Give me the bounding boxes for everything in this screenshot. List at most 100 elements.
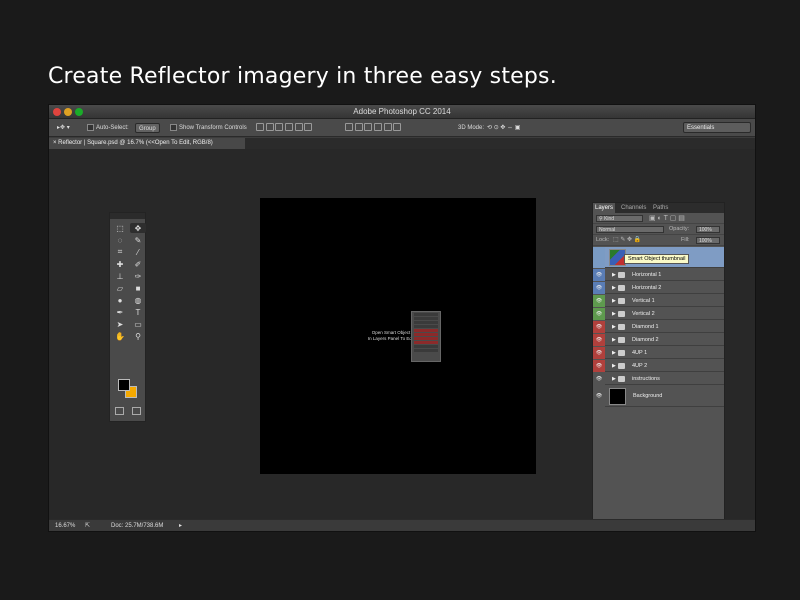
blend-mode-dropdown[interactable]: Normal — [596, 226, 664, 233]
visibility-eye-icon[interactable]: 👁 — [593, 334, 605, 346]
blend-row: Normal Opacity: 100% — [593, 224, 724, 235]
group-icon[interactable]: ▬ — [669, 532, 675, 533]
hand-tool-icon[interactable]: ✋ — [112, 331, 128, 341]
layer-row[interactable]: 👁 ▶ Vertical 2 — [593, 308, 724, 320]
quick-mask-icon[interactable] — [115, 407, 124, 415]
visibility-eye-icon[interactable]: 👁 — [593, 347, 605, 359]
headline: Create Reflector imagery in three easy s… — [48, 64, 557, 89]
eyedropper-tool-icon[interactable]: ⁄ — [130, 247, 146, 257]
visibility-eye-icon[interactable]: 👁 — [593, 282, 605, 294]
align-icons[interactable] — [256, 123, 313, 133]
auto-select-checkbox[interactable] — [87, 123, 96, 133]
filter-icons[interactable]: ▣ ◐ T ▢ ▤ — [649, 214, 685, 222]
show-transform-checkbox[interactable] — [170, 123, 179, 133]
fill-field[interactable]: 100% — [696, 237, 720, 244]
layer-row[interactable]: 👁 ▶ 4UP 2 — [593, 360, 724, 372]
marquee-tool-icon[interactable]: ⬚ — [112, 223, 128, 233]
move-tool-icon[interactable]: ▸✥ ▾ — [57, 123, 70, 133]
expand-triangle-icon[interactable]: ▶ — [612, 295, 616, 307]
visibility-eye-icon[interactable]: 👁 — [593, 308, 605, 320]
eraser-tool-icon[interactable]: ▱ — [112, 283, 128, 293]
lock-icons[interactable]: ⬚ ✎ ✥ 🔒 — [613, 236, 641, 243]
workspace-dropdown[interactable]: Essentials — [683, 122, 751, 133]
distribute-icons[interactable] — [345, 123, 402, 133]
tab-channels[interactable]: Channels — [619, 203, 648, 213]
adjustment-icon[interactable]: ◐ — [654, 532, 658, 533]
folder-icon — [618, 311, 625, 317]
move-tool-icon[interactable]: ✥ — [130, 223, 146, 233]
expand-triangle-icon[interactable]: ▶ — [612, 282, 616, 294]
expand-triangle-icon[interactable]: ▶ — [612, 360, 616, 372]
tab-paths[interactable]: Paths — [651, 203, 670, 213]
visibility-eye-icon[interactable]: 👁 — [593, 269, 605, 281]
lock-label: Lock: — [596, 237, 610, 243]
layer-row[interactable]: 👁 ▶ Horizontal 1 — [593, 269, 724, 281]
document-canvas[interactable]: Open Smart Object In Layers Panel To Edi… — [260, 198, 536, 474]
expand-triangle-icon[interactable]: ▶ — [612, 334, 616, 346]
crop-tool-icon[interactable]: ⌗ — [112, 247, 128, 257]
layer-thumbnail[interactable] — [609, 388, 626, 405]
options-bar: ▸✥ ▾ Auto-Select: Group Show Transform C… — [49, 119, 755, 137]
healing-tool-icon[interactable]: ✚ — [112, 259, 128, 269]
layer-row[interactable]: 👁 ▶ Diamond 2 — [593, 334, 724, 346]
document-tab[interactable]: × Reflector | Square.psd @ 16.7% (<<Open… — [49, 138, 245, 149]
filter-kind-label: Kind — [604, 216, 615, 222]
quick-select-tool-icon[interactable]: ✎ — [130, 235, 146, 245]
shape-tool-icon[interactable]: ▭ — [130, 319, 146, 329]
layer-row[interactable]: 👁 ▶ Vertical 1 — [593, 295, 724, 307]
visibility-eye-icon[interactable]: 👁 — [593, 321, 605, 333]
tools-panel: ⬚ ✥ ◌ ✎ ⌗ ⁄ ✚ ✐ ⊥ ✑ ▱ ■ ● ◍ ✒ T ➤ ▭ ✋ ⚲ — [109, 212, 146, 422]
layer-row[interactable]: 👁 ▶ instructions — [593, 373, 724, 385]
link-icon[interactable]: ⊖ — [605, 531, 610, 532]
layer-row[interactable]: 👁 ▶ Diamond 1 — [593, 321, 724, 333]
lasso-tool-icon[interactable]: ◌ — [112, 235, 128, 245]
visibility-eye-icon[interactable]: 👁 — [593, 386, 605, 407]
export-icon[interactable]: ⇱ — [85, 520, 90, 531]
expand-triangle-icon[interactable]: ▶ — [612, 269, 616, 281]
brush-tool-icon[interactable]: ✐ — [130, 259, 146, 269]
folder-icon — [618, 376, 625, 382]
zoom-tool-icon[interactable]: ⚲ — [130, 331, 146, 341]
visibility-eye-icon[interactable]: 👁 — [593, 373, 605, 385]
dodge-tool-icon[interactable]: ◍ — [130, 295, 146, 305]
expand-triangle-icon[interactable]: ▶ — [612, 373, 616, 385]
expand-triangle-icon[interactable]: ▶ — [612, 321, 616, 333]
layer-row[interactable]: 👁 Background — [593, 386, 724, 407]
tab-layers[interactable]: Layers — [593, 203, 616, 213]
visibility-eye-icon[interactable]: 👁 — [593, 360, 605, 372]
smart-object-tooltip: Smart Object thumbnail — [624, 254, 690, 264]
trash-icon[interactable]: 🗑 — [705, 531, 713, 532]
filter-kind-dropdown[interactable]: ⚲ Kind — [596, 215, 643, 222]
document-tab-label: Reflector | Square.psd @ 16.7% (<<Open T… — [58, 140, 213, 146]
photoshop-window: Adobe Photoshop CC 2014 ▸✥ ▾ Auto-Select… — [48, 104, 756, 532]
screen-mode-icon[interactable] — [132, 407, 141, 415]
opacity-label: Opacity: — [669, 226, 690, 232]
stamp-tool-icon[interactable]: ⊥ — [112, 271, 128, 281]
layer-row[interactable]: 👁 ▶ 4UP 1 — [593, 347, 724, 359]
path-select-tool-icon[interactable]: ➤ — [112, 319, 128, 329]
folder-icon — [618, 337, 625, 343]
layer-name: instructions — [632, 376, 660, 382]
zoom-readout[interactable]: 16.67% — [55, 520, 75, 531]
doc-size-info[interactable]: Doc: 25.7M/738.6M — [111, 520, 163, 531]
new-layer-icon[interactable]: ▣ — [687, 531, 693, 532]
folder-icon — [618, 350, 625, 356]
auto-select-dropdown[interactable]: Group — [135, 123, 160, 133]
visibility-eye-icon[interactable] — [593, 247, 605, 268]
expand-triangle-icon[interactable]: ▶ — [612, 347, 616, 359]
folder-icon — [618, 324, 625, 330]
visibility-eye-icon[interactable]: 👁 — [593, 295, 605, 307]
foreground-color-swatch[interactable] — [118, 379, 130, 391]
opacity-field[interactable]: 100% — [696, 226, 720, 233]
layer-row[interactable]: 👁 ▶ Horizontal 2 — [593, 282, 724, 294]
expand-triangle-icon[interactable]: ▶ — [612, 308, 616, 320]
type-tool-icon[interactable]: T — [130, 307, 146, 317]
status-arrow-icon[interactable]: ▸ — [179, 520, 182, 531]
pen-tool-icon[interactable]: ✒ — [112, 307, 128, 317]
gradient-tool-icon[interactable]: ■ — [130, 283, 146, 293]
3d-mode-icons[interactable]: ⟲ ⊙ ✥ ⇔ ▣ — [487, 123, 520, 133]
blur-tool-icon[interactable]: ● — [112, 295, 128, 305]
fx-icon[interactable]: fx — [622, 532, 627, 533]
mask-icon[interactable]: ◘ — [638, 532, 642, 533]
history-brush-icon[interactable]: ✑ — [130, 271, 146, 281]
